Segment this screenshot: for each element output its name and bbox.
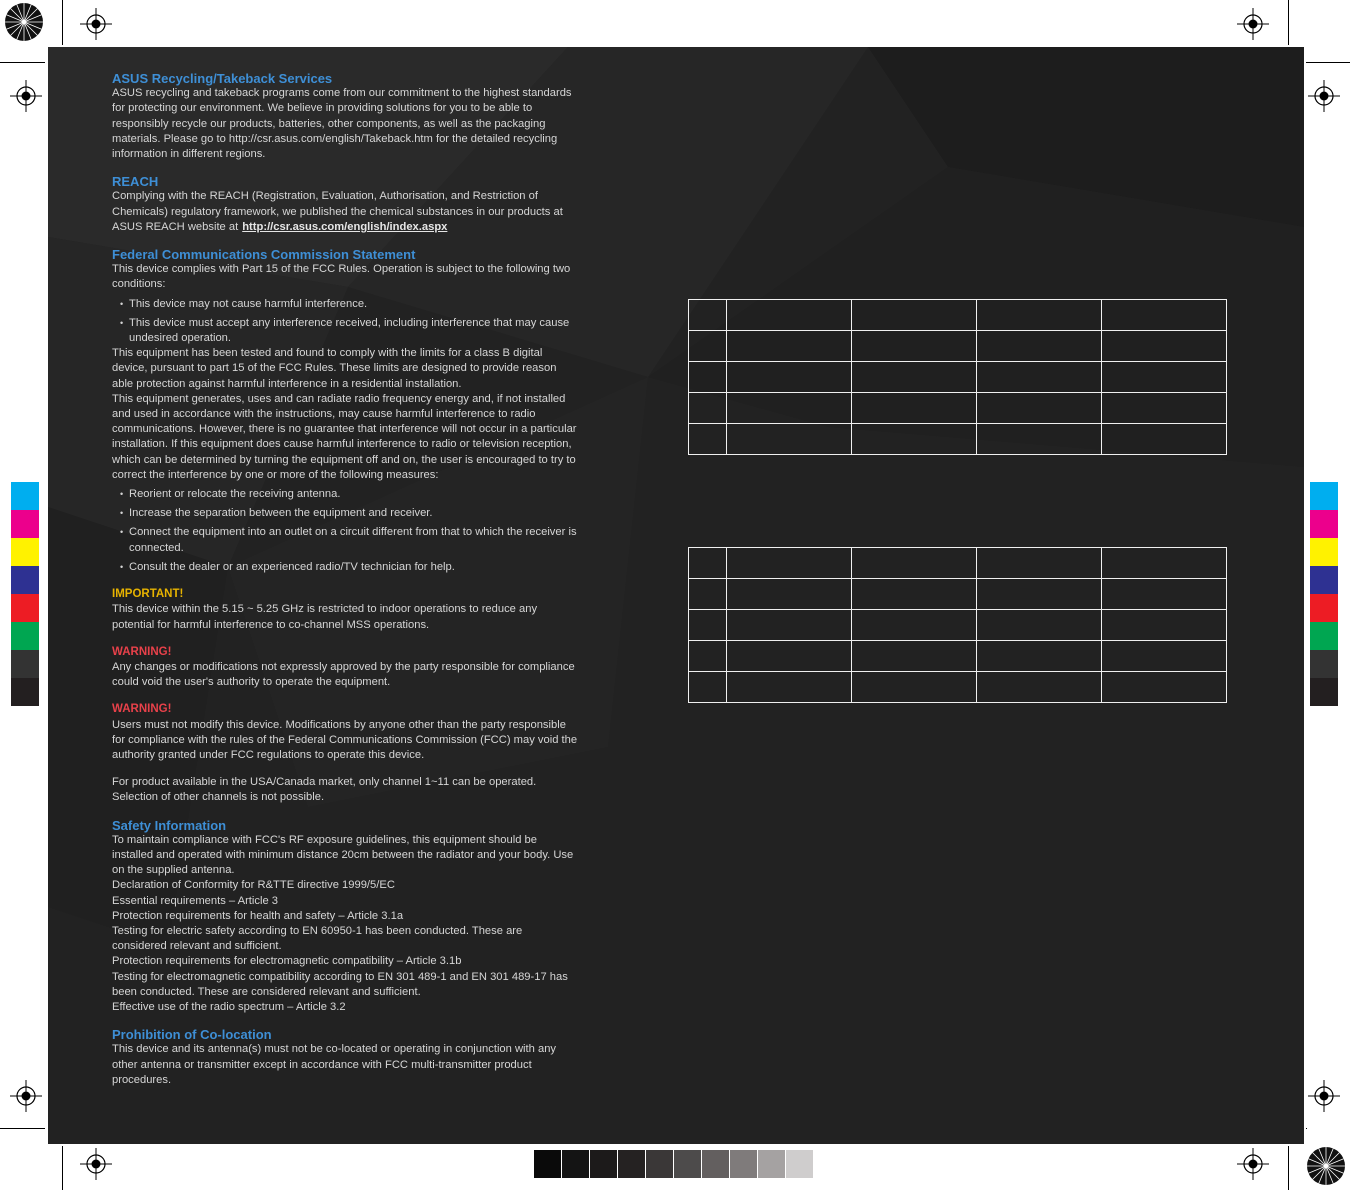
registration-mark-icon — [1237, 8, 1269, 40]
reach-heading: REACH — [112, 174, 159, 190]
fcc-measure-item: Connect the equipment into an outlet on … — [112, 525, 578, 555]
recycling-heading: ASUS Recycling/Takeback Services — [112, 71, 333, 86]
registration-mark-icon — [1308, 80, 1340, 112]
color-swatch-magenta — [11, 510, 39, 538]
starburst-target-icon — [1306, 1146, 1346, 1186]
color-swatch-gray — [1310, 650, 1338, 678]
gray-swatch — [618, 1150, 645, 1178]
color-swatch-black — [1310, 678, 1338, 706]
registration-mark-icon — [1308, 1080, 1340, 1112]
gray-swatch — [758, 1150, 785, 1178]
recycling-body: ASUS recycling and takeback programs com… — [112, 87, 572, 161]
colocation-body: This device and its antenna(s) must not … — [112, 1043, 557, 1086]
color-swatch-blue — [1310, 566, 1338, 594]
important-label: IMPORTANT! — [112, 588, 184, 601]
color-swatch-cyan — [11, 482, 39, 510]
color-bar-left — [11, 482, 39, 706]
warning-label: WARNING! — [112, 703, 172, 716]
gray-swatch — [674, 1150, 701, 1178]
gray-swatch — [786, 1150, 813, 1178]
trim-line-top-right — [1288, 0, 1289, 45]
safety-line: Essential requirements – Article 3 — [112, 894, 279, 907]
warning-body: Users must not modify this device. Modif… — [112, 718, 578, 761]
safety-line: Testing for electromagnetic compatibilit… — [112, 970, 568, 998]
safety-heading: Safety Information — [112, 817, 227, 833]
trim-line-top-left — [62, 0, 63, 45]
color-swatch-blue — [11, 566, 39, 594]
color-swatch-black — [11, 678, 39, 706]
trim-line-right-top — [1306, 62, 1350, 63]
gray-swatch — [730, 1150, 757, 1178]
fcc-measure-item: Increase the separation between the equi… — [112, 506, 578, 521]
safety-line: Effective use of the radio spectrum – Ar… — [112, 1000, 346, 1013]
safety-line: Protection requirements for electromagne… — [112, 955, 462, 968]
starburst-target-icon — [4, 2, 44, 42]
gray-swatch — [534, 1150, 561, 1178]
color-swatch-gray — [11, 650, 39, 678]
trim-line-bottom-right — [1288, 1146, 1289, 1190]
registration-mark-icon — [10, 80, 42, 112]
safety-line: To maintain compliance with FCC's RF exp… — [112, 833, 574, 877]
gray-swatch — [590, 1150, 617, 1178]
registration-mark-icon — [10, 1080, 42, 1112]
color-swatch-yellow — [11, 538, 39, 566]
empty-table-1 — [688, 299, 1227, 455]
important-body: This device within the 5.15 ~ 5.25 GHz i… — [112, 603, 538, 631]
color-swatch-green — [1310, 622, 1338, 650]
fcc-paragraph: This equipment has been tested and found… — [112, 347, 557, 390]
fcc-condition-item: This device must accept any interference… — [112, 316, 578, 346]
color-swatch-cyan — [1310, 482, 1338, 510]
trim-line-right-bottom — [1306, 1128, 1307, 1129]
color-swatch-red — [11, 594, 39, 622]
color-swatch-green — [11, 622, 39, 650]
safety-line: Testing for electric safety according to… — [112, 924, 523, 953]
reach-link[interactable]: http://csr.asus.com/english/index.aspx — [242, 221, 447, 233]
color-bar-right — [1310, 482, 1338, 706]
warning-body: Any changes or modifications not express… — [112, 660, 575, 689]
trim-line-left-bottom — [0, 1128, 45, 1129]
gray-swatch — [702, 1150, 729, 1178]
document-page: ASUS Recycling/Takeback Services ASUS re… — [48, 47, 1304, 1144]
regulatory-text-column: ASUS Recycling/Takeback Services ASUS re… — [112, 71, 578, 1088]
trim-line-left-top — [0, 62, 45, 63]
registration-mark-icon — [80, 8, 112, 40]
reach-body: Complying with the REACH (Registration, … — [112, 189, 578, 235]
fcc-condition-item: This device may not cause harmful interf… — [112, 297, 578, 312]
channel-restriction: For product available in the USA/Canada … — [112, 776, 537, 804]
color-swatch-red — [1310, 594, 1338, 622]
empty-table-2 — [688, 547, 1227, 703]
fcc-measure-item: Reorient or relocate the receiving anten… — [112, 487, 578, 502]
warning-label: WARNING! — [112, 645, 172, 658]
trim-line-bottom-left — [62, 1146, 63, 1190]
fcc-heading: Federal Communications Commission Statem… — [112, 247, 416, 263]
fcc-intro: This device complies with Part 15 of the… — [112, 263, 571, 291]
color-swatch-yellow — [1310, 538, 1338, 566]
grayscale-bar — [534, 1150, 814, 1178]
gray-swatch — [562, 1150, 589, 1178]
fcc-measure-item: Consult the dealer or an experienced rad… — [112, 560, 578, 575]
safety-line: Protection requirements for health and s… — [112, 909, 404, 922]
colocation-heading: Prohibition of Co-location — [112, 1027, 272, 1043]
color-swatch-magenta — [1310, 510, 1338, 538]
gray-swatch — [646, 1150, 673, 1178]
registration-mark-icon — [80, 1148, 112, 1180]
fcc-paragraph: This equipment generates, uses and can r… — [112, 392, 577, 481]
registration-mark-icon — [1237, 1148, 1269, 1180]
safety-line: Declaration of Conformity for R&TTE dire… — [112, 879, 395, 892]
